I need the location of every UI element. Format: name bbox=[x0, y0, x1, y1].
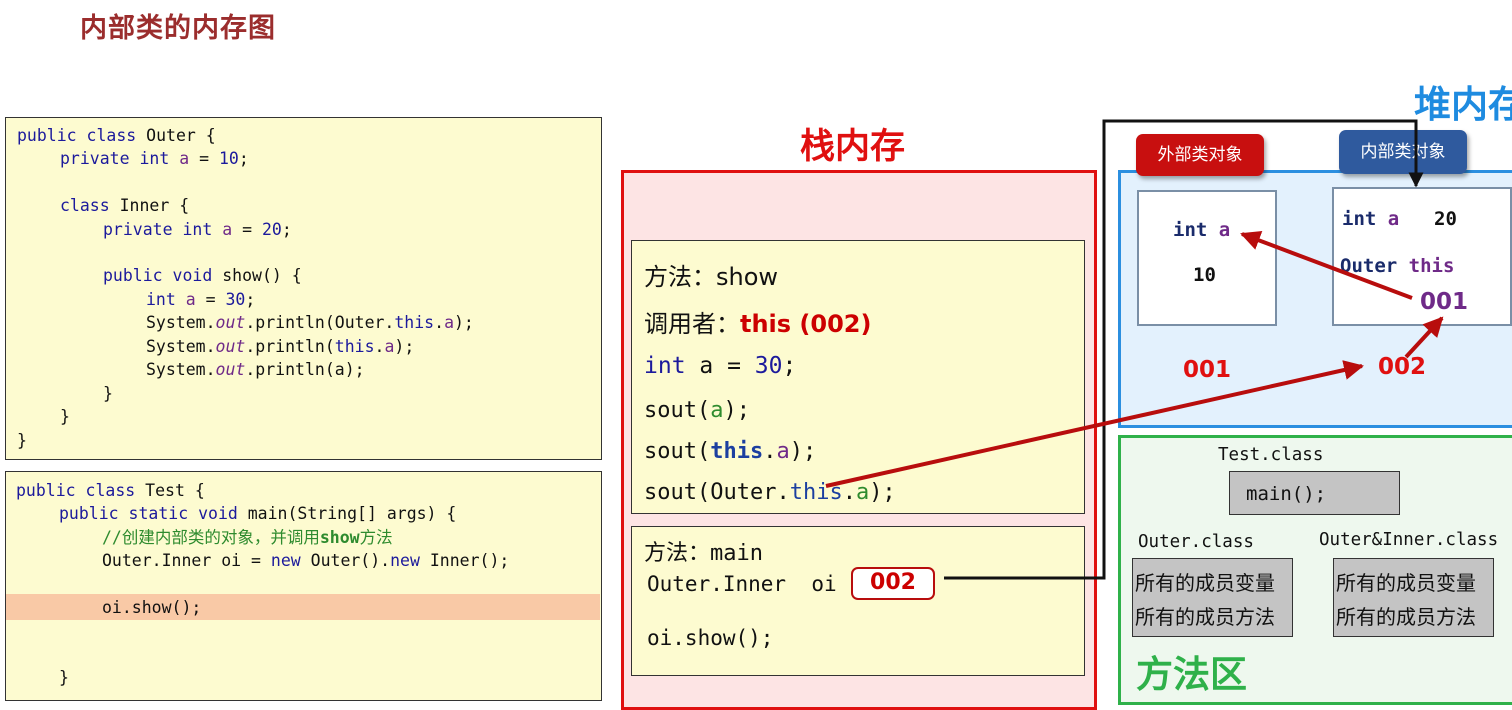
oi-reference-line bbox=[944, 119, 1424, 580]
outer-this-arrow bbox=[1240, 230, 1413, 300]
sout-outer-this-arrow bbox=[825, 360, 1364, 488]
connector-layer bbox=[825, 119, 1444, 580]
inner-to-outer-ref-arrow bbox=[1404, 316, 1444, 359]
